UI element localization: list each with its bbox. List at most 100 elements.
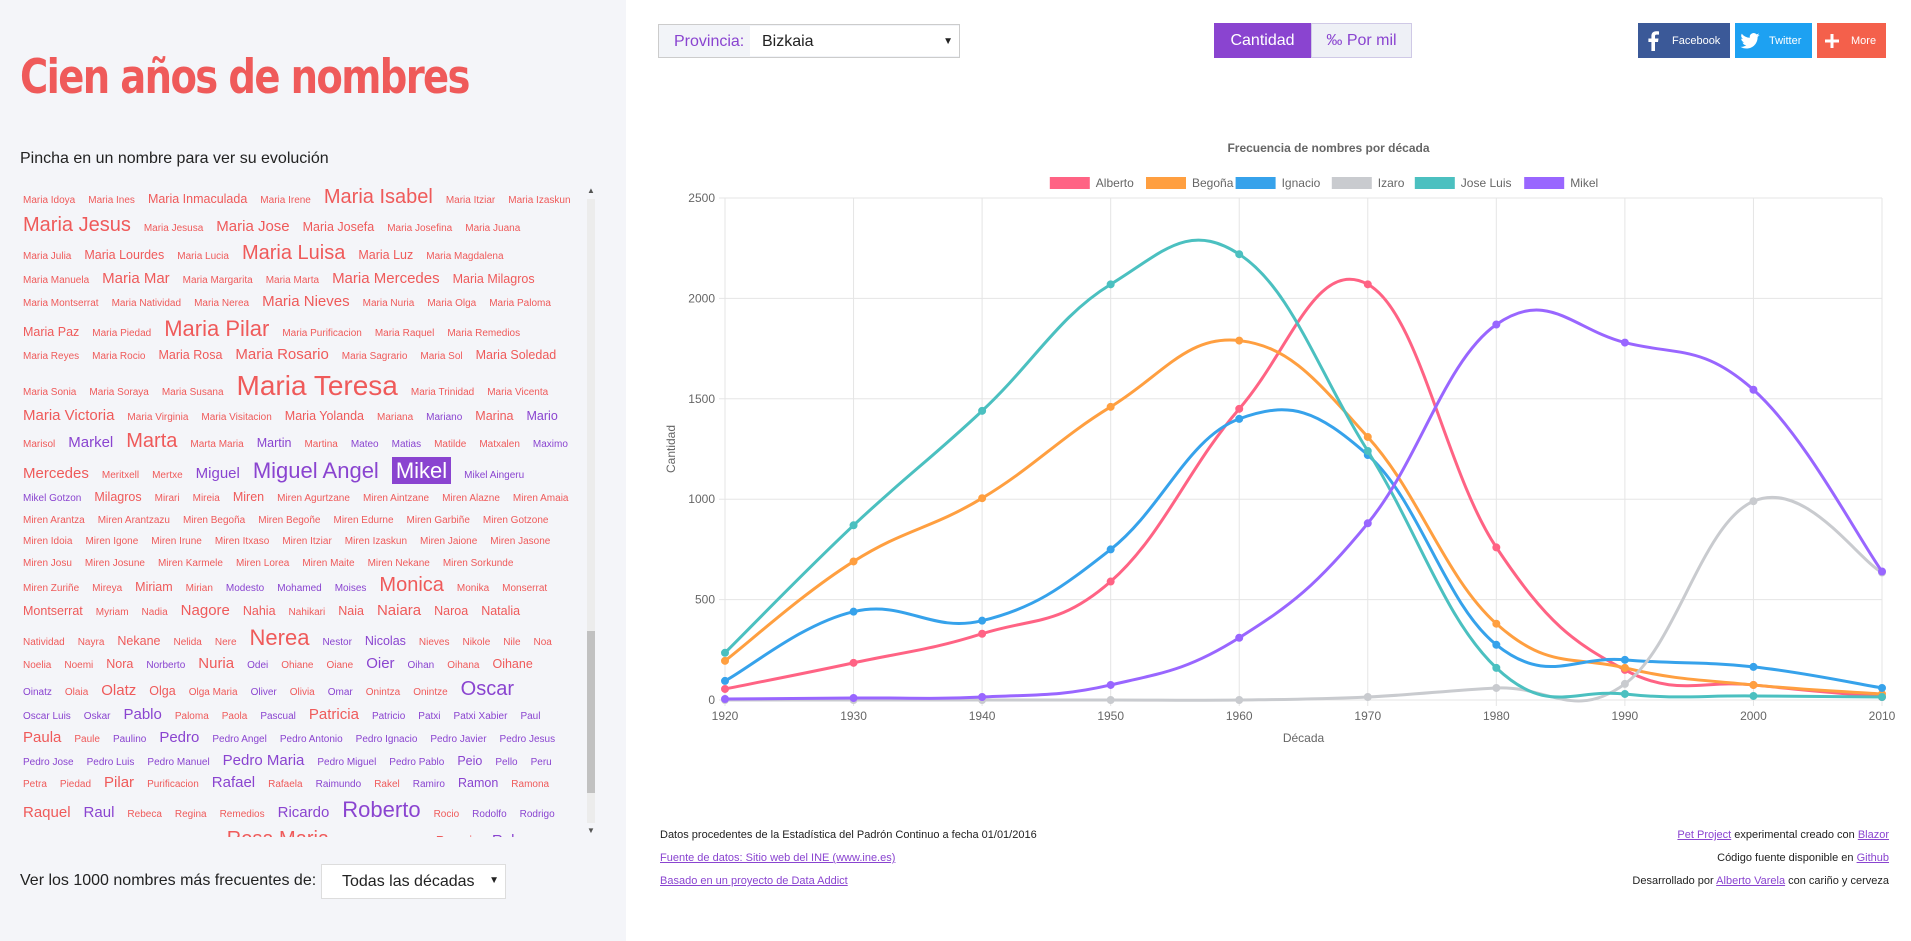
name-cloud-item[interactable]: Miguel bbox=[196, 465, 240, 484]
share-more-button[interactable]: More bbox=[1817, 23, 1886, 58]
name-cloud-item[interactable]: Nadia bbox=[142, 607, 168, 620]
name-cloud-item[interactable]: Maria Josefina bbox=[387, 223, 452, 236]
name-cloud-item[interactable]: Mariana bbox=[377, 412, 413, 425]
name-cloud-item[interactable]: Paola bbox=[222, 711, 248, 724]
data-point[interactable] bbox=[1878, 692, 1886, 701]
name-cloud-item[interactable]: Marina bbox=[475, 409, 513, 425]
name-cloud-item[interactable]: Mireya bbox=[92, 583, 122, 596]
data-point[interactable] bbox=[1363, 519, 1372, 528]
data-point[interactable] bbox=[849, 607, 858, 616]
name-cloud-item[interactable]: Oier bbox=[366, 655, 394, 674]
name-cloud-item[interactable]: Rebeca bbox=[127, 809, 161, 822]
name-cloud-item[interactable]: Maria Sonia bbox=[23, 387, 76, 400]
name-cloud-item[interactable]: Maria Margarita bbox=[183, 275, 253, 288]
name-cloud-item[interactable]: Monica bbox=[379, 573, 443, 598]
name-cloud-scrollbar[interactable]: ▲ ▼ bbox=[586, 185, 596, 837]
data-point[interactable] bbox=[1235, 414, 1244, 423]
name-cloud-item[interactable]: Pablo bbox=[123, 706, 161, 725]
name-cloud-item[interactable]: Patxi bbox=[418, 711, 440, 724]
name-cloud-item[interactable]: Ramiro bbox=[413, 779, 445, 792]
name-cloud-item[interactable]: Maria Remedios bbox=[447, 328, 520, 341]
name-cloud-item[interactable]: Maria Manuela bbox=[23, 275, 89, 288]
name-cloud-item[interactable]: Maria Marta bbox=[266, 275, 319, 288]
name-cloud-item[interactable]: Maria Yolanda bbox=[285, 409, 364, 425]
name-cloud-item[interactable]: Oinatz bbox=[23, 687, 52, 700]
name-cloud-item[interactable]: Mikel Gotzon bbox=[23, 493, 81, 506]
name-cloud-item[interactable]: Maria Mar bbox=[102, 270, 170, 289]
name-cloud-item[interactable]: Miren Igone bbox=[85, 536, 138, 549]
name-cloud-item[interactable]: Oihan bbox=[408, 660, 435, 673]
name-cloud-item[interactable]: Maria Lourdes bbox=[84, 248, 164, 264]
name-cloud-item[interactable]: Maria Nuria bbox=[363, 298, 415, 311]
data-point[interactable] bbox=[1620, 689, 1629, 698]
name-cloud-item[interactable]: Mikel Aingeru bbox=[464, 470, 524, 483]
name-cloud-item[interactable]: Nuria bbox=[198, 655, 234, 674]
name-cloud-item[interactable]: Maria Paz bbox=[23, 325, 79, 341]
name-cloud-item[interactable]: Maria Sagrario bbox=[342, 351, 408, 364]
name-cloud-item[interactable]: Rodrigo bbox=[520, 809, 555, 822]
name-cloud-item[interactable]: Matilde bbox=[434, 439, 466, 452]
legend-item[interactable]: Izaro bbox=[1331, 176, 1405, 190]
name-cloud-item[interactable]: Mirari bbox=[155, 493, 180, 506]
name-cloud-item[interactable]: Maria Josefa bbox=[303, 220, 375, 236]
data-point[interactable] bbox=[1620, 338, 1629, 347]
name-cloud-item[interactable]: Miren Gotzone bbox=[483, 515, 549, 528]
series-line[interactable] bbox=[723, 238, 1883, 699]
decade-select[interactable]: Todas las décadas ▼ bbox=[321, 864, 506, 899]
data-point[interactable] bbox=[1749, 680, 1758, 689]
github-link[interactable]: Github bbox=[1857, 852, 1889, 864]
name-cloud-item[interactable]: Paula bbox=[23, 729, 61, 748]
name-cloud-item[interactable]: Pedro Angel bbox=[212, 734, 267, 747]
name-cloud-item[interactable]: Onintze bbox=[413, 687, 447, 700]
name-cloud-item[interactable]: Maria Itziar bbox=[446, 195, 495, 208]
name-cloud-item[interactable]: Mateo bbox=[351, 439, 379, 452]
name-cloud-item[interactable]: Naiara bbox=[377, 602, 421, 621]
name-cloud-item[interactable]: Martina bbox=[304, 439, 337, 452]
name-cloud-item[interactable]: Rosa Maria bbox=[227, 827, 329, 837]
name-cloud-item[interactable]: Ohiane bbox=[281, 660, 313, 673]
author-link[interactable]: Alberto Varela bbox=[1716, 875, 1785, 887]
name-cloud-item[interactable]: Rodolfo bbox=[472, 809, 506, 822]
name-cloud-item[interactable]: Mariano bbox=[426, 412, 462, 425]
name-cloud-item[interactable]: Moises bbox=[335, 583, 367, 596]
name-cloud-item[interactable]: Mikel bbox=[391, 456, 452, 484]
name-cloud-item[interactable]: Maria Victoria bbox=[23, 407, 114, 426]
name-cloud-item[interactable]: Naia bbox=[338, 604, 364, 620]
name-cloud-item[interactable]: Pedro Pablo bbox=[389, 757, 444, 770]
name-cloud-item[interactable]: Paloma bbox=[175, 711, 209, 724]
mode-por-mil-button[interactable]: ‰ Por mil bbox=[1311, 23, 1412, 58]
data-point[interactable] bbox=[1235, 696, 1244, 704]
province-select[interactable]: Bizkaia ▼ bbox=[750, 26, 959, 56]
name-cloud-item[interactable]: Nora bbox=[106, 657, 133, 673]
data-point[interactable] bbox=[849, 693, 858, 702]
name-cloud-item[interactable]: Paul bbox=[520, 711, 540, 724]
name-cloud-item[interactable]: Maria Soledad bbox=[476, 348, 557, 364]
name-cloud-item[interactable]: Raul bbox=[84, 804, 115, 823]
name-cloud-item[interactable]: Peio bbox=[457, 754, 482, 770]
name-cloud-item[interactable]: Miren Izaskun bbox=[345, 536, 407, 549]
mode-cantidad-button[interactable]: Cantidad bbox=[1214, 23, 1311, 58]
name-cloud-item[interactable]: Maria Soraya bbox=[89, 387, 148, 400]
data-point[interactable] bbox=[1878, 567, 1886, 576]
name-cloud-item[interactable]: Nikole bbox=[462, 637, 490, 650]
data-point[interactable] bbox=[1235, 250, 1244, 259]
scroll-thumb[interactable] bbox=[587, 631, 595, 793]
name-cloud-item[interactable]: Mertxe bbox=[152, 470, 183, 483]
name-cloud-item[interactable]: Miren Karmele bbox=[158, 558, 223, 571]
name-cloud-item[interactable]: Miren Irune bbox=[151, 536, 202, 549]
data-point[interactable] bbox=[1106, 696, 1115, 704]
name-cloud-item[interactable]: Miren Josu bbox=[23, 558, 72, 571]
name-cloud-item[interactable]: Monserrat bbox=[502, 583, 547, 596]
name-cloud-item[interactable]: Petra bbox=[23, 779, 47, 792]
name-cloud-item[interactable]: Olivia bbox=[290, 687, 315, 700]
name-cloud-item[interactable]: Patxi Xabier bbox=[454, 711, 508, 724]
name-cloud-item[interactable]: Maria Rosario bbox=[235, 346, 328, 365]
name-cloud-item[interactable]: Pedro Antonio bbox=[280, 734, 343, 747]
data-point[interactable] bbox=[849, 557, 858, 566]
data-point[interactable] bbox=[1749, 662, 1758, 671]
name-cloud-item[interactable]: Nayra bbox=[78, 637, 105, 650]
data-point[interactable] bbox=[1749, 691, 1758, 700]
name-cloud-item[interactable]: Matias bbox=[392, 439, 421, 452]
name-cloud-item[interactable]: Milagros bbox=[94, 490, 141, 506]
name-cloud-item[interactable]: Olga Maria bbox=[189, 687, 238, 700]
